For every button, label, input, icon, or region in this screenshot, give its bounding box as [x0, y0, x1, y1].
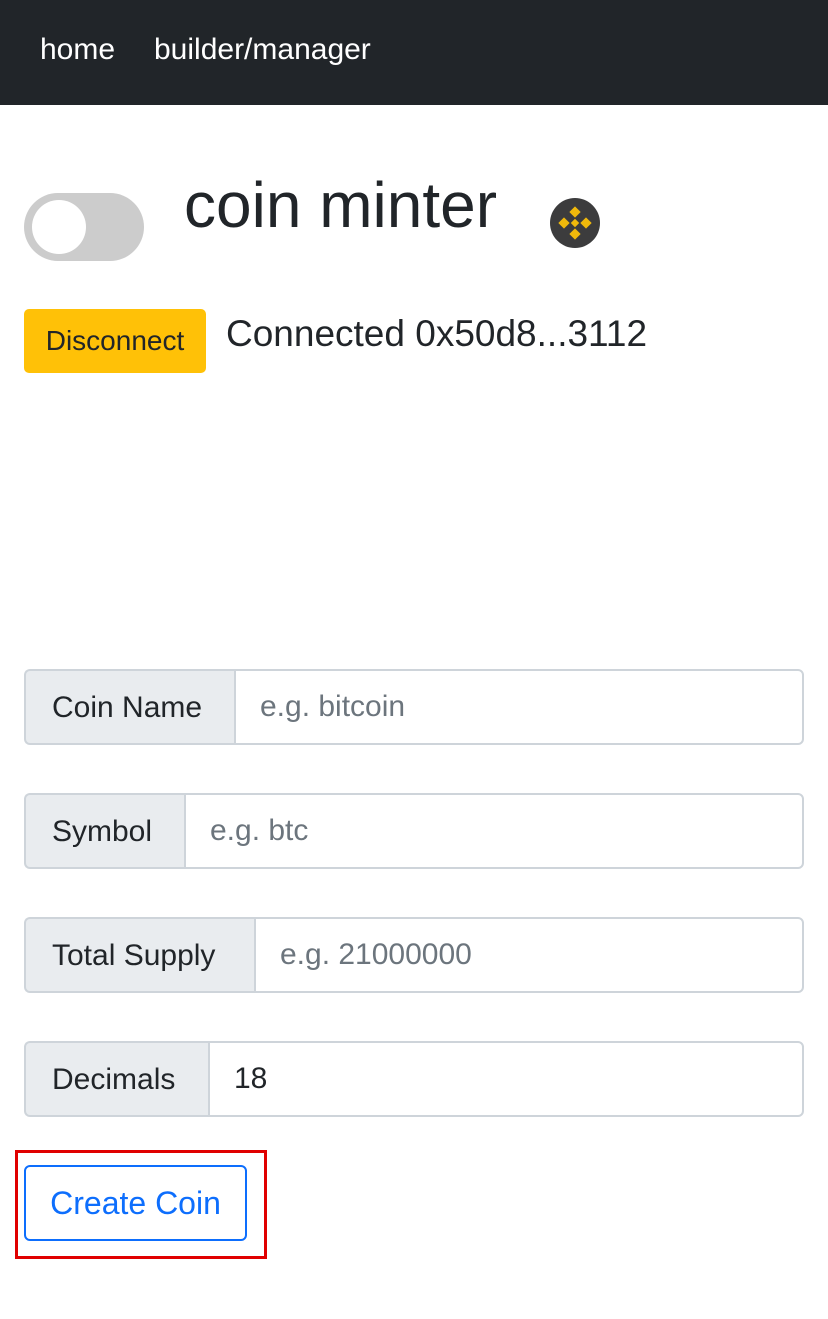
- nav-link-home[interactable]: home: [40, 30, 115, 70]
- symbol-group: Symbol: [24, 793, 804, 869]
- coin-name-input[interactable]: [234, 669, 804, 745]
- create-coin-button[interactable]: Create Coin: [24, 1165, 247, 1241]
- page-title: coin minter: [184, 169, 497, 241]
- total-supply-group: Total Supply: [24, 917, 804, 993]
- decimals-input[interactable]: [208, 1041, 804, 1117]
- disconnect-button[interactable]: Disconnect: [24, 309, 206, 373]
- coin-name-group: Coin Name: [24, 669, 804, 745]
- toggle-knob: [32, 200, 86, 254]
- symbol-input[interactable]: [184, 793, 804, 869]
- binance-logo-icon: [550, 198, 600, 248]
- decimals-group: Decimals: [24, 1041, 804, 1117]
- total-supply-label: Total Supply: [24, 917, 254, 993]
- decimals-label: Decimals: [24, 1041, 208, 1117]
- symbol-label: Symbol: [24, 793, 184, 869]
- toggle-switch[interactable]: [24, 193, 144, 261]
- navbar: home builder/manager: [0, 0, 828, 105]
- coin-name-label: Coin Name: [24, 669, 234, 745]
- connection-status: Connected 0x50d8...3112: [226, 313, 648, 354]
- nav-link-builder-manager[interactable]: builder/manager: [154, 30, 371, 70]
- total-supply-input[interactable]: [254, 917, 804, 993]
